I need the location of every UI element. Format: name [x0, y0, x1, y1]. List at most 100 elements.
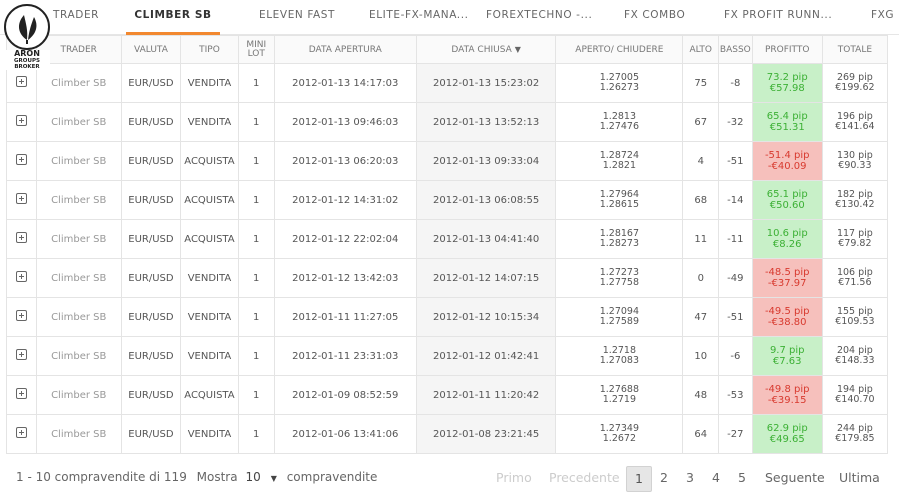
trader-cell[interactable]: Climber SB — [35, 180, 122, 220]
valuta-cell: EUR/USD — [120, 219, 181, 259]
table-row[interactable]: Climber SB EUR/USD ACQUISTA 1 2012-01-13 06:… — [6, 141, 889, 181]
header-alto[interactable]: ALTO — [682, 35, 720, 64]
profit-eur: -€37.97 — [767, 278, 807, 289]
header-valuta[interactable]: VALUTA — [120, 35, 181, 64]
apertura-cell: 2012-01-12 13:42:03 — [273, 258, 417, 298]
prices-cell: 1.27688 1.2719 — [555, 375, 684, 415]
table-row[interactable]: Climber SB EUR/USD VENDITA 1 2012-01-11 23:3… — [6, 336, 889, 376]
trader-cell[interactable]: Climber SB — [35, 414, 122, 454]
header-mini-lot[interactable]: MINI LOT — [237, 35, 275, 64]
expand-row-icon[interactable] — [15, 349, 27, 360]
tab-fxg[interactable]: FXG — [871, 0, 894, 32]
page-2-button[interactable]: 2 — [660, 466, 668, 490]
profitto-cell: -48.5 pip -€37.97 — [751, 258, 823, 298]
apertura-cell: 2012-01-11 11:27:05 — [273, 297, 417, 337]
apertura-cell: 2012-01-12 14:31:02 — [273, 180, 417, 220]
table-row[interactable]: Climber SB EUR/USD ACQUISTA 1 2012-01-09 08:… — [6, 375, 889, 415]
tab-fx-combo[interactable]: FX COMBO — [624, 0, 685, 32]
tab-forextechno[interactable]: FOREXTECHNO -... — [486, 0, 592, 32]
total-eur: €130.42 — [835, 199, 875, 210]
expand-row-icon[interactable] — [15, 427, 27, 438]
chiusa-cell: 2012-01-13 04:41:40 — [415, 219, 557, 259]
chiusa-cell: 2012-01-13 13:52:13 — [415, 102, 557, 142]
next-page-button[interactable]: Seguente — [765, 466, 825, 490]
total-eur: €90.33 — [838, 160, 872, 171]
first-page-button[interactable]: Primo — [496, 466, 532, 490]
alto-cell: 48 — [682, 375, 720, 415]
alto-cell: 0 — [682, 258, 720, 298]
profitto-cell: 65.4 pip €51.31 — [751, 102, 823, 142]
expand-cell — [6, 102, 37, 142]
trader-cell[interactable]: Climber SB — [35, 219, 122, 259]
expand-row-icon[interactable] — [15, 232, 27, 243]
profitto-cell: -49.5 pip -€38.80 — [751, 297, 823, 337]
prices-cell: 1.28167 1.28273 — [555, 219, 684, 259]
table-row[interactable]: Climber SB EUR/USD ACQUISTA 1 2012-01-12 14:… — [6, 180, 889, 220]
tab-climber-sb[interactable]: CLIMBER SB — [126, 0, 220, 35]
tab-fx-profit-runner[interactable]: FX PROFIT RUNN... — [724, 0, 832, 32]
valuta-cell: EUR/USD — [120, 258, 181, 298]
tab-elite-fx[interactable]: ELITE-FX-MANA... — [369, 0, 469, 32]
total-eur: €199.62 — [835, 82, 875, 93]
apertura-cell: 2012-01-09 08:52:59 — [273, 375, 417, 415]
table-row[interactable]: Climber SB EUR/USD ACQUISTA 1 2012-01-12 22:… — [6, 219, 889, 259]
trader-cell[interactable]: Climber SB — [35, 375, 122, 415]
header-data-chiusa[interactable]: DATA CHIUSA ▼ — [415, 35, 557, 64]
trader-cell[interactable]: Climber SB — [35, 141, 122, 181]
basso-cell: -51 — [718, 141, 753, 181]
expand-row-icon[interactable] — [15, 388, 27, 399]
chiusa-cell: 2012-01-12 14:07:15 — [415, 258, 557, 298]
header-basso[interactable]: BASSO — [718, 35, 753, 64]
total-eur: €179.85 — [835, 433, 875, 444]
table-row[interactable]: Climber SB EUR/USD VENDITA 1 2012-01-13 09:4… — [6, 102, 889, 142]
header-aperto-chiudere[interactable]: APERTO/ CHIUDERE — [555, 35, 684, 64]
table-row[interactable]: Climber SB EUR/USD VENDITA 1 2012-01-13 14:1… — [6, 63, 889, 103]
page-size-value: 10 — [245, 470, 261, 484]
lot-cell: 1 — [237, 375, 275, 415]
tab-trader[interactable]: TRADER — [53, 0, 99, 32]
trader-cell[interactable]: Climber SB — [35, 336, 122, 376]
profitto-cell: 9.7 pip €7.63 — [751, 336, 823, 376]
valuta-cell: EUR/USD — [120, 414, 181, 454]
trader-cell[interactable]: Climber SB — [35, 102, 122, 142]
profit-eur: €57.98 — [769, 83, 805, 94]
expand-row-icon[interactable] — [15, 115, 27, 126]
header-mini-lot-label: MINI LOT — [246, 39, 267, 59]
last-page-button[interactable]: Ultima — [839, 466, 880, 490]
profitto-cell: 73.2 pip €57.98 — [751, 63, 823, 103]
page-4-button[interactable]: 4 — [712, 466, 720, 490]
chiusa-cell: 2012-01-12 10:15:34 — [415, 297, 557, 337]
trader-cell[interactable]: Climber SB — [35, 258, 122, 298]
page-1-button[interactable]: 1 — [626, 466, 652, 492]
header-totale[interactable]: TOTALE — [821, 35, 889, 64]
header-tipo[interactable]: TIPO — [179, 35, 239, 64]
profit-pip: 10.6 pip — [766, 228, 808, 239]
expand-row-icon[interactable] — [15, 76, 27, 87]
expand-row-icon[interactable] — [15, 193, 27, 204]
table-row[interactable]: Climber SB EUR/USD VENDITA 1 2012-01-11 11:2… — [6, 297, 889, 337]
trader-cell[interactable]: Climber SB — [35, 297, 122, 337]
expand-row-icon[interactable] — [15, 271, 27, 282]
header-data-apertura[interactable]: DATA APERTURA — [273, 35, 417, 64]
table-row[interactable]: Climber SB EUR/USD VENDITA 1 2012-01-06 13:4… — [6, 414, 889, 454]
page-5-button[interactable]: 5 — [738, 466, 746, 490]
chiusa-cell: 2012-01-08 23:21:45 — [415, 414, 557, 454]
expand-row-icon[interactable] — [15, 310, 27, 321]
basso-cell: -32 — [718, 102, 753, 142]
prices-cell: 1.2813 1.27476 — [555, 102, 684, 142]
page-3-button[interactable]: 3 — [686, 466, 694, 490]
profit-pip: -49.8 pip — [764, 384, 810, 395]
page-size-select[interactable]: 10 ▼ — [245, 470, 276, 484]
table-row[interactable]: Climber SB EUR/USD VENDITA 1 2012-01-12 13:4… — [6, 258, 889, 298]
tipo-cell: VENDITA — [179, 414, 239, 454]
close-price: 1.27476 — [599, 121, 640, 132]
previous-page-button[interactable]: Precedente — [549, 466, 620, 490]
alto-cell: 11 — [682, 219, 720, 259]
chiusa-cell: 2012-01-13 15:23:02 — [415, 63, 557, 103]
header-profitto[interactable]: PROFITTO — [751, 35, 823, 64]
expand-row-icon[interactable] — [15, 154, 27, 165]
table-header-row: TRADER VALUTA TIPO MINI LOT DATA APERTUR… — [6, 35, 889, 64]
total-eur: €148.33 — [835, 355, 875, 366]
tab-eleven-fast[interactable]: ELEVEN FAST — [259, 0, 335, 32]
prices-cell: 1.27005 1.26273 — [555, 63, 684, 103]
